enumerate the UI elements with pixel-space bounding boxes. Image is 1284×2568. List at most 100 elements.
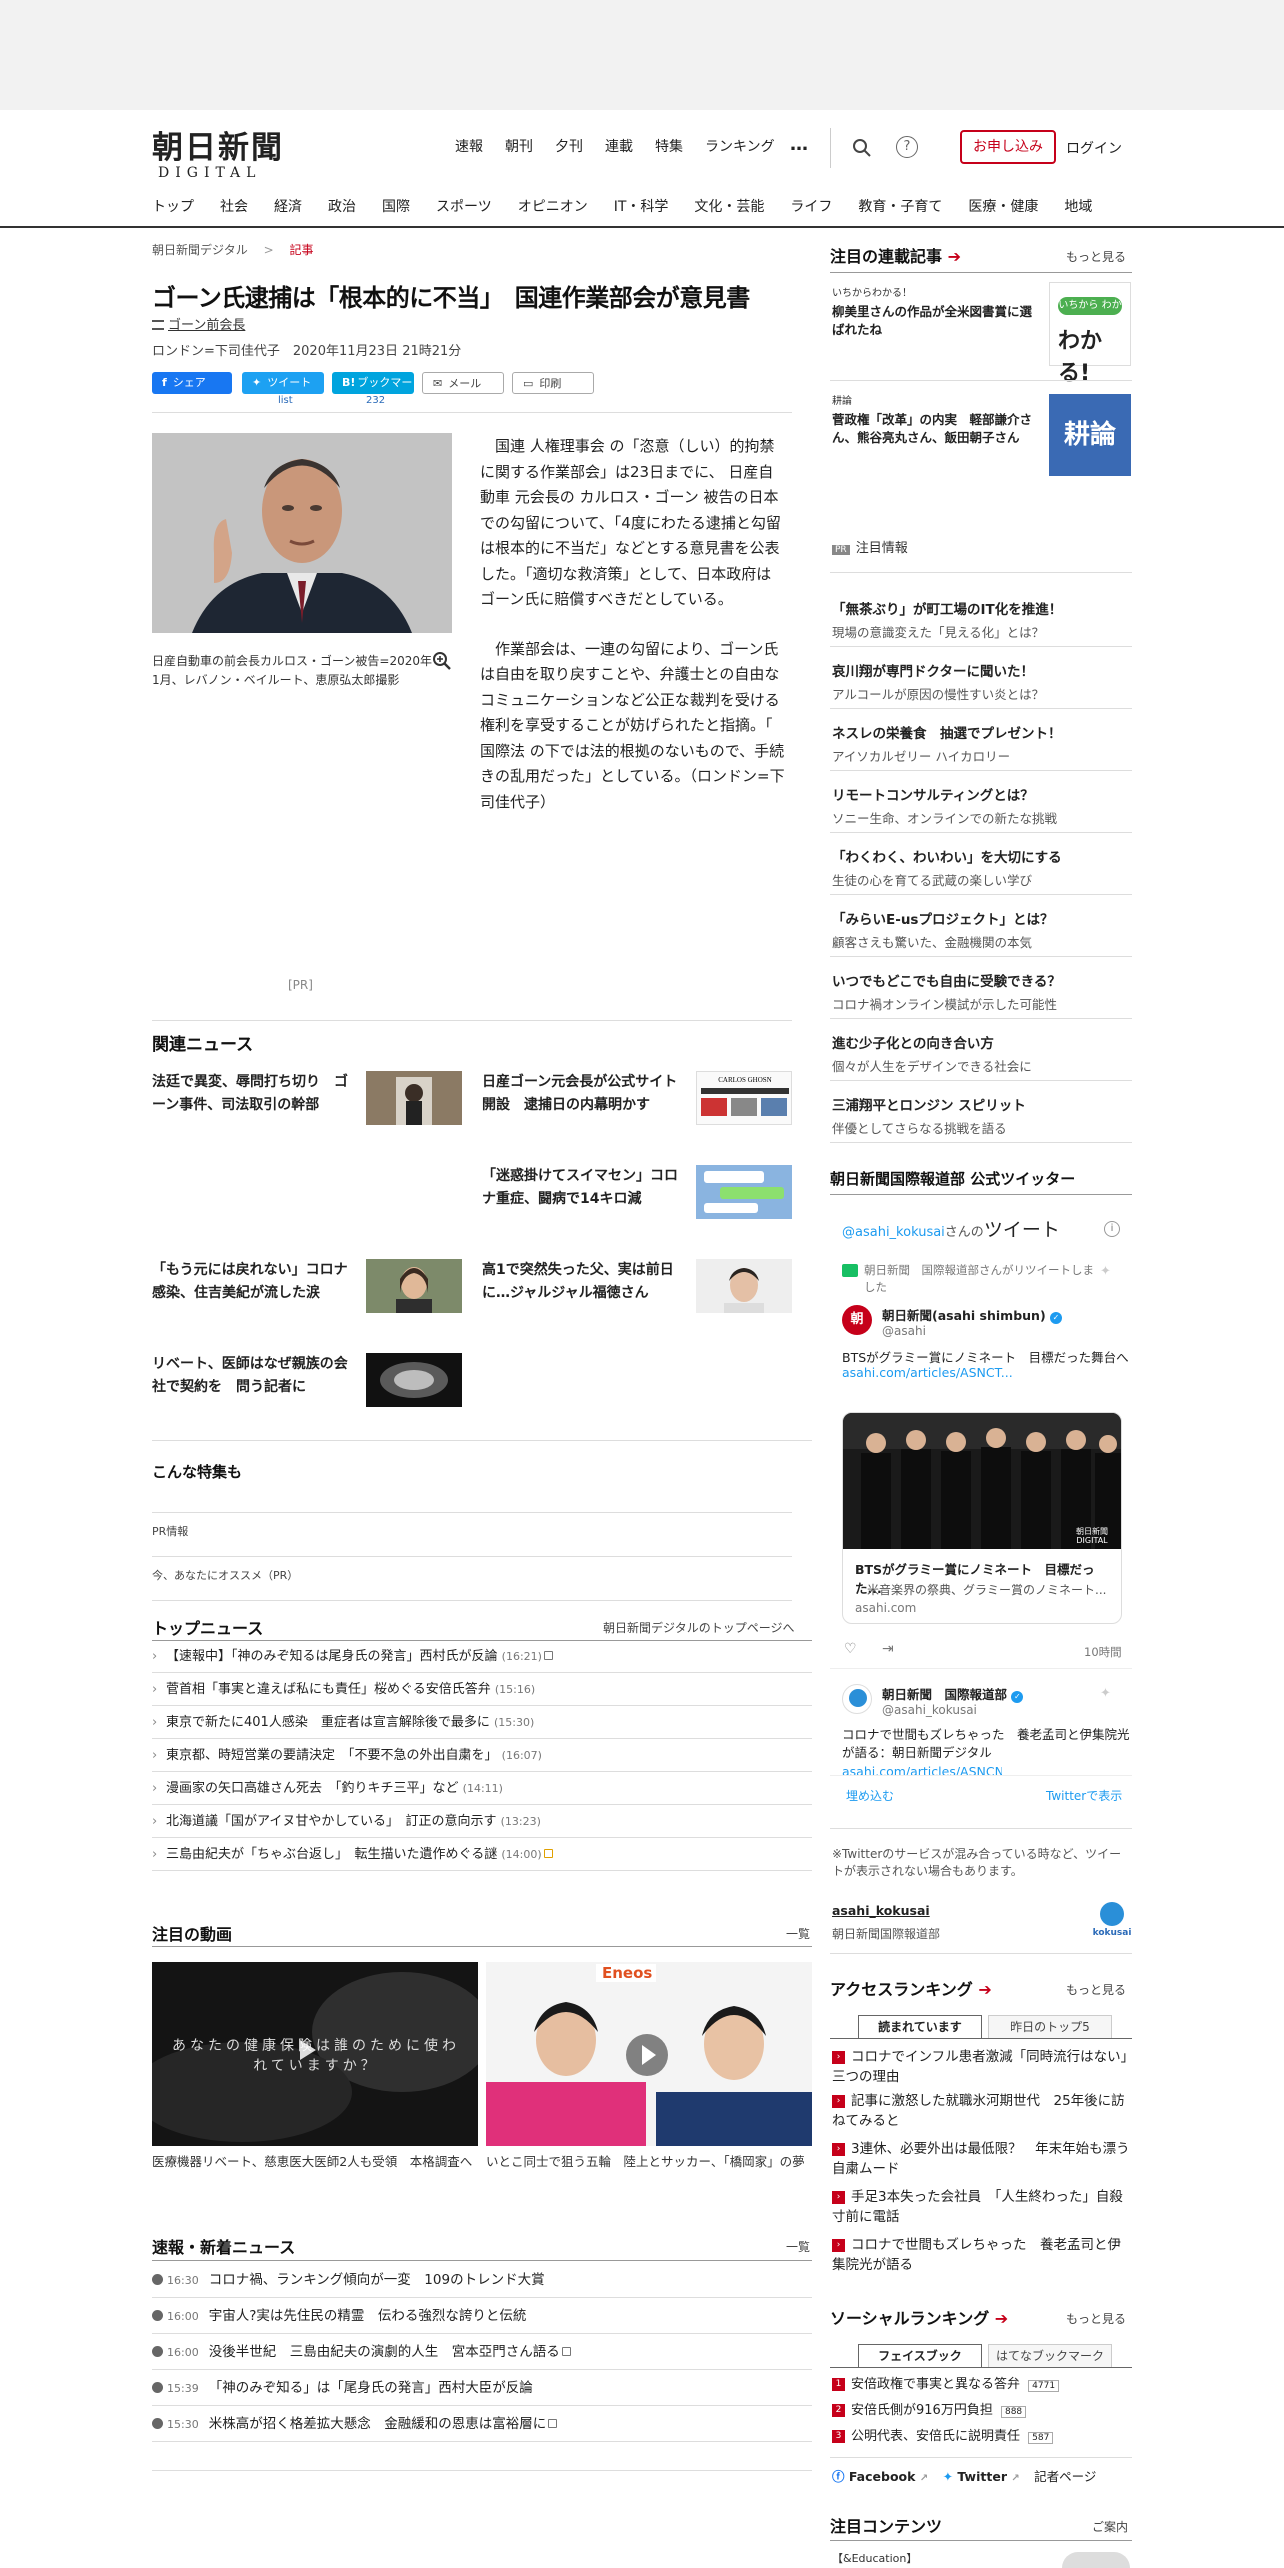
access-more-link[interactable]: もっと見る bbox=[1066, 1981, 1126, 1998]
video-thumbnail[interactable]: Eneos bbox=[486, 1962, 812, 2146]
cat-society[interactable]: 社会 bbox=[220, 196, 248, 216]
cat-it-science[interactable]: IT・科学 bbox=[614, 196, 669, 216]
facebook-share-button[interactable]: f シェア bbox=[152, 372, 232, 394]
article-photo[interactable] bbox=[152, 433, 452, 633]
related-news-link[interactable]: 法廷で異変、辱問打ち切り ゴーン事件、司法取引の幹部 bbox=[152, 1071, 352, 1117]
help-icon[interactable]: ? bbox=[896, 136, 918, 158]
topnav-yuukan[interactable]: 夕刊 bbox=[555, 136, 583, 156]
video-caption[interactable]: いとこ同士で狙う五輪 陸上とサッカー、「橋岡家」の夢 bbox=[486, 2152, 812, 2171]
related-news-thumbnail[interactable]: CARLOS GHOSN bbox=[696, 1071, 792, 1125]
more-menu-icon[interactable]: … bbox=[790, 134, 808, 155]
tweet-author-handle[interactable]: @asahi_kokusai bbox=[882, 1703, 977, 1717]
topnav-sokuho[interactable]: 速報 bbox=[455, 136, 483, 156]
cat-culture[interactable]: 文化・芸能 bbox=[694, 196, 764, 216]
related-news-link[interactable]: 日産ゴーン元会長が公式サイト開設 逮捕日の内幕明かす bbox=[482, 1071, 682, 1117]
ranking-item[interactable]: › 3連休、必要外出は最低限？ 年末年始も漂う自粛ムード bbox=[832, 2139, 1132, 2179]
tweet-time[interactable]: 10時間 bbox=[1084, 1644, 1122, 1660]
related-news-thumbnail[interactable] bbox=[366, 1071, 462, 1125]
topnews-item[interactable]: › 菅首相「事実と違えば私にも責任」桜めぐる安倍氏答弁 (15:16) bbox=[152, 1674, 812, 1706]
mail-button[interactable]: ✉ メール bbox=[422, 372, 504, 394]
subscribe-button[interactable]: お申し込み bbox=[960, 130, 1056, 164]
featured-content-thumbnail[interactable] bbox=[1062, 2552, 1130, 2568]
topnav-tokushu[interactable]: 特集 bbox=[655, 136, 683, 156]
ranking-item[interactable]: › 手足3本失った会社員 「人生終わった」自殺寸前に電話 bbox=[832, 2187, 1132, 2227]
breaking-item[interactable]: 16:30 コロナ禍、ランキング傾向が一変 109のトレンド大賞 bbox=[152, 2262, 812, 2298]
social-more-link[interactable]: もっと見る bbox=[1066, 2310, 1126, 2327]
topic-tag[interactable]: ゴーン前会長 bbox=[152, 314, 245, 333]
related-news-link[interactable]: 高1で突然失った父、実は前日に…ジャルジャル福徳さん bbox=[482, 1259, 682, 1305]
featured-content-more[interactable]: ご案内 bbox=[1092, 2518, 1128, 2535]
pr-item[interactable]: 哀川翔が専門ドクターに聞いた！ アルコールが原因の慢性すい炎とは？ bbox=[832, 660, 1132, 703]
tab-hatena[interactable]: はてなブックマーク bbox=[988, 2344, 1112, 2368]
series-thumbnail[interactable]: いちから わかる! わかる! bbox=[1049, 282, 1131, 386]
print-button[interactable]: ▭ 印刷 bbox=[512, 372, 594, 394]
tweet-card[interactable]: 朝日新聞 DIGITAL BTSがグラミー賞にノミネート 目標だった... 米音… bbox=[842, 1412, 1122, 1624]
tweet-count[interactable]: list bbox=[278, 395, 293, 406]
tweet-link[interactable]: asahi.com/articles/ASNCT... bbox=[842, 1365, 1013, 1380]
pr-item[interactable]: 三浦翔平とロンジン スピリット 伴優としてさらなる挑戦を語る bbox=[832, 1094, 1132, 1137]
cat-opinion[interactable]: オピニオン bbox=[518, 196, 588, 216]
login-link[interactable]: ログイン bbox=[1066, 138, 1122, 158]
topnav-rensai[interactable]: 連載 bbox=[605, 136, 633, 156]
zoom-icon[interactable] bbox=[432, 651, 452, 671]
video-more-link[interactable]: 一覧 bbox=[786, 1925, 810, 1942]
related-news-thumbnail[interactable] bbox=[366, 1259, 462, 1313]
social-ranking-item[interactable]: 1 安倍政権で事実と異なる答弁 4771 bbox=[832, 2375, 1132, 2396]
facebook-link[interactable]: Facebook bbox=[849, 2469, 916, 2484]
play-button[interactable] bbox=[626, 2034, 668, 2076]
cat-health[interactable]: 医療・健康 bbox=[968, 196, 1038, 216]
topnews-item[interactable]: › 北海道議「国がアイヌ甘やかしている」 訂正の意向示す (13:23) bbox=[152, 1806, 812, 1838]
hatena-count[interactable]: 232 bbox=[366, 395, 385, 406]
social-ranking-item[interactable]: 3 公明代表、安倍氏に説明責任 587 bbox=[832, 2427, 1132, 2448]
site-logo[interactable]: 朝日新聞 DIGITAL bbox=[152, 122, 284, 181]
twitter-bird-icon[interactable]: ✦ bbox=[1100, 1686, 1111, 1701]
topnews-item[interactable]: › 漫画家の矢口高雄さん死去 「釣りキチ三平」など (14:11) bbox=[152, 1773, 812, 1805]
ranking-item[interactable]: › コロナでインフル患者激減「同時流行はない」三つの理由 bbox=[832, 2047, 1132, 2087]
cat-sports[interactable]: スポーツ bbox=[436, 196, 492, 216]
pr-item[interactable]: いつでもどこでも自由に受験できる？ コロナ禍オンライン模試が示した可能性 bbox=[832, 970, 1132, 1013]
topnews-more-link[interactable]: 朝日新聞デジタルのトップページへ bbox=[603, 1619, 795, 1636]
topnav-ranking[interactable]: ランキング bbox=[705, 136, 775, 156]
pr-item[interactable]: ネスレの栄養食 抽選でプレゼント！ アイソカルゼリー ハイカロリー bbox=[832, 722, 1132, 765]
video-thumbnail[interactable]: あなたの健康保険は誰のために使われていますか？ bbox=[152, 1962, 478, 2146]
breaking-item[interactable]: 15:39 「神のみぞ知る」は「尾身氏の発言」西村大臣が反論 bbox=[152, 2370, 812, 2406]
related-news-link[interactable]: 「もう元には戻れない」コロナ感染、住吉美紀が流した涙 bbox=[152, 1259, 352, 1305]
cat-economy[interactable]: 経済 bbox=[274, 196, 302, 216]
pr-item[interactable]: 進む少子化との向き合い方 個々が人生をデザインできる社会に bbox=[832, 1032, 1132, 1075]
social-ranking-item[interactable]: 2 安倍氏側が916万円負担 888 bbox=[832, 2401, 1132, 2422]
series-item[interactable]: 耕論 菅政権「改革」の内実 軽部謙介さん、熊谷亮丸さん、飯田朝子さん bbox=[832, 392, 1042, 447]
twitter-handle-link[interactable]: @asahi_kokusai bbox=[842, 1225, 945, 1240]
tweet-author-handle[interactable]: @asahi bbox=[882, 1324, 926, 1338]
breaking-item[interactable]: 15:30 米株高が招く格差拡大懸念 金融緩和の恩恵は富裕層に bbox=[152, 2406, 812, 2442]
tweet-author-name[interactable]: 朝日新聞 国際報道部 ✓ bbox=[882, 1684, 1024, 1703]
breaking-item[interactable]: 16:00 没後半世紀 三島由紀夫の演劇的人生 宮本亞門さん語る bbox=[152, 2334, 812, 2370]
hatena-bookmark-button[interactable]: B! ブックマーク bbox=[332, 372, 414, 411]
tweet-author-name[interactable]: 朝日新聞(asahi shimbun) ✓ bbox=[882, 1305, 1063, 1324]
cat-education[interactable]: 教育・子育て bbox=[858, 196, 942, 216]
search-icon[interactable] bbox=[852, 138, 872, 158]
topnav-choukan[interactable]: 朝刊 bbox=[505, 136, 533, 156]
cat-politics[interactable]: 政治 bbox=[328, 196, 356, 216]
topnews-item[interactable]: › 三島由紀夫が「ちゃぶ台返し」 転生描いた遺作めぐる謎 (14:00) bbox=[152, 1839, 812, 1871]
featured-content-item[interactable]: 【&Education】 bbox=[832, 2550, 917, 2566]
pr-item[interactable]: 「みらいE-usプロジェクト」とは？ 顧客さえも驚いた、金融機関の本気 bbox=[832, 908, 1132, 951]
topnews-item[interactable]: › 東京で新たに401人感染 重症者は宣言解除後で最多に (15:30) bbox=[152, 1707, 812, 1739]
related-news-thumbnail[interactable] bbox=[366, 1353, 462, 1407]
twitter-link[interactable]: Twitter bbox=[957, 2469, 1007, 2484]
cat-top[interactable]: トップ bbox=[152, 196, 194, 216]
avatar[interactable] bbox=[842, 1684, 872, 1714]
related-news-link[interactable]: 「迷惑掛けてスイマセン」コロナ重症、闘病で14キロ減 bbox=[482, 1165, 682, 1211]
cat-international[interactable]: 国際 bbox=[382, 196, 410, 216]
pr-item[interactable]: 「わくわく、わいわい」を大切にする 生徒の心を育てる武蔵の楽しい学び bbox=[832, 846, 1132, 889]
cat-region[interactable]: 地域 bbox=[1064, 196, 1092, 216]
kokusai-logo[interactable]: kokusai bbox=[1092, 1902, 1132, 1942]
ranking-item[interactable]: › 記事に激怒した就職氷河期世代 25年後に訪ねてみると bbox=[832, 2091, 1132, 2131]
tab-facebook[interactable]: フェイスブック bbox=[858, 2344, 982, 2368]
share-icon[interactable]: ⇥ bbox=[882, 1641, 894, 1657]
reporter-page-link[interactable]: 記者ページ bbox=[1034, 2469, 1096, 2484]
like-icon[interactable]: ♡ bbox=[844, 1641, 857, 1657]
info-icon[interactable]: i bbox=[1104, 1221, 1120, 1237]
topnews-item[interactable]: › 東京都、時短営業の要請決定 「不要不急の外出自粛を」 (16:07) bbox=[152, 1740, 812, 1772]
ranking-item[interactable]: › コロナで世間もズレちゃった 養老孟司と伊集院光が語る bbox=[832, 2235, 1132, 2275]
series-more-link[interactable]: もっと見る bbox=[1066, 248, 1126, 265]
